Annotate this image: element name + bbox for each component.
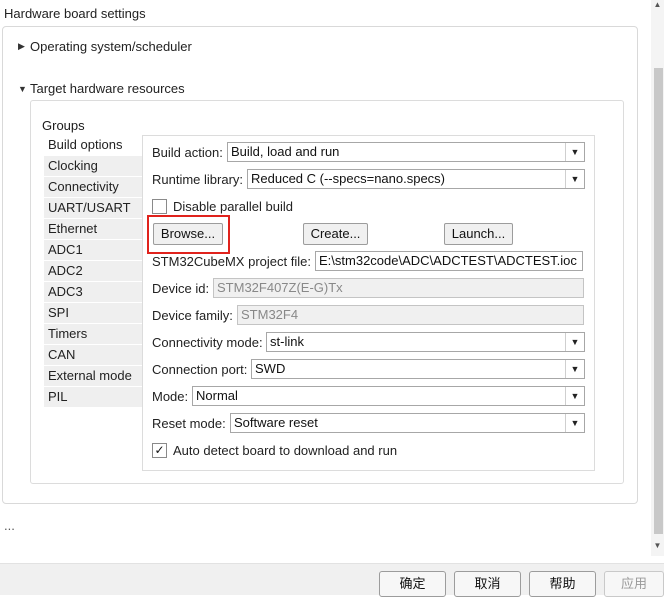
- group-item-adc2[interactable]: ADC2: [44, 261, 142, 282]
- create-button[interactable]: Create...: [303, 223, 368, 245]
- section-target-header[interactable]: ▼ Target hardware resources: [18, 81, 185, 96]
- device-family-input: STM32F4: [237, 305, 584, 325]
- build-action-select[interactable]: Build, load and run ▼: [227, 142, 585, 162]
- group-item-adc3[interactable]: ADC3: [44, 282, 142, 303]
- mode-value: Normal: [196, 388, 238, 403]
- browse-button[interactable]: Browse...: [153, 223, 223, 245]
- group-item-pil[interactable]: PIL: [44, 387, 142, 408]
- cubemx-project-input[interactable]: E:\stm32code\ADC\ADCTEST\ADCTEST.ioc: [315, 251, 583, 271]
- cancel-button[interactable]: 取消: [454, 571, 521, 597]
- chevron-down-icon: ▼: [565, 387, 584, 405]
- group-item-clocking[interactable]: Clocking: [44, 156, 142, 177]
- group-item-spi[interactable]: SPI: [44, 303, 142, 324]
- group-item-build-options[interactable]: Build options: [44, 135, 142, 156]
- groups-list: Build options Clocking Connectivity UART…: [44, 135, 142, 408]
- auto-detect-checkbox[interactable]: ✓: [152, 443, 167, 458]
- group-item-ethernet[interactable]: Ethernet: [44, 219, 142, 240]
- reset-mode-value: Software reset: [234, 415, 318, 430]
- launch-button[interactable]: Launch...: [444, 223, 513, 245]
- device-id-label: Device id:: [152, 281, 210, 296]
- chevron-down-icon: ▼: [565, 360, 584, 378]
- chevron-down-icon: ▼: [565, 143, 584, 161]
- disable-parallel-label: Disable parallel build: [173, 199, 293, 214]
- scroll-up-arrow-icon[interactable]: ▲: [651, 0, 664, 12]
- ok-button[interactable]: 确定: [379, 571, 446, 597]
- disable-parallel-checkbox[interactable]: [152, 199, 167, 214]
- section-os-label: Operating system/scheduler: [30, 39, 192, 54]
- group-item-adc1[interactable]: ADC1: [44, 240, 142, 261]
- device-family-label: Device family:: [152, 308, 233, 323]
- section-target-label: Target hardware resources: [30, 81, 185, 96]
- expanded-triangle-icon: ▼: [18, 83, 27, 94]
- groups-label: Groups: [42, 118, 85, 133]
- auto-detect-label: Auto detect board to download and run: [173, 443, 398, 458]
- more-ellipsis: ...: [4, 518, 15, 533]
- connection-port-label: Connection port:: [152, 362, 248, 377]
- help-button[interactable]: 帮助: [529, 571, 596, 597]
- collapsed-triangle-icon: ▶: [18, 41, 25, 51]
- runtime-library-label: Runtime library:: [152, 172, 244, 187]
- page-title: Hardware board settings: [4, 6, 146, 21]
- runtime-library-value: Reduced C (--specs=nano.specs): [251, 171, 446, 186]
- connectivity-mode-value: st-link: [270, 334, 304, 349]
- apply-button[interactable]: 应用: [604, 571, 664, 597]
- group-item-can[interactable]: CAN: [44, 345, 142, 366]
- build-action-value: Build, load and run: [231, 144, 340, 159]
- section-os-header[interactable]: ▶ Operating system/scheduler: [18, 39, 192, 54]
- scrollbar-thumb[interactable]: [654, 68, 663, 534]
- connectivity-mode-select[interactable]: st-link ▼: [266, 332, 585, 352]
- group-item-connectivity[interactable]: Connectivity: [44, 177, 142, 198]
- connection-port-value: SWD: [255, 361, 286, 376]
- cubemx-project-label: STM32CubeMX project file:: [152, 254, 311, 269]
- mode-label: Mode:: [152, 389, 189, 404]
- device-id-input: STM32F407Z(E-G)Tx: [213, 278, 584, 298]
- reset-mode-label: Reset mode:: [152, 416, 226, 431]
- connection-port-select[interactable]: SWD ▼: [251, 359, 585, 379]
- mode-select[interactable]: Normal ▼: [192, 386, 585, 406]
- connectivity-mode-label: Connectivity mode:: [152, 335, 263, 350]
- group-item-timers[interactable]: Timers: [44, 324, 142, 345]
- build-action-label: Build action:: [152, 145, 223, 160]
- reset-mode-select[interactable]: Software reset ▼: [230, 413, 585, 433]
- runtime-library-select[interactable]: Reduced C (--specs=nano.specs) ▼: [247, 169, 585, 189]
- chevron-down-icon: ▼: [565, 414, 584, 432]
- chevron-down-icon: ▼: [565, 333, 584, 351]
- group-item-uart-usart[interactable]: UART/USART: [44, 198, 142, 219]
- scroll-down-arrow-icon[interactable]: ▼: [651, 541, 664, 553]
- check-mark-icon: ✓: [154, 443, 165, 457]
- chevron-down-icon: ▼: [565, 170, 584, 188]
- group-item-external-mode[interactable]: External mode: [44, 366, 142, 387]
